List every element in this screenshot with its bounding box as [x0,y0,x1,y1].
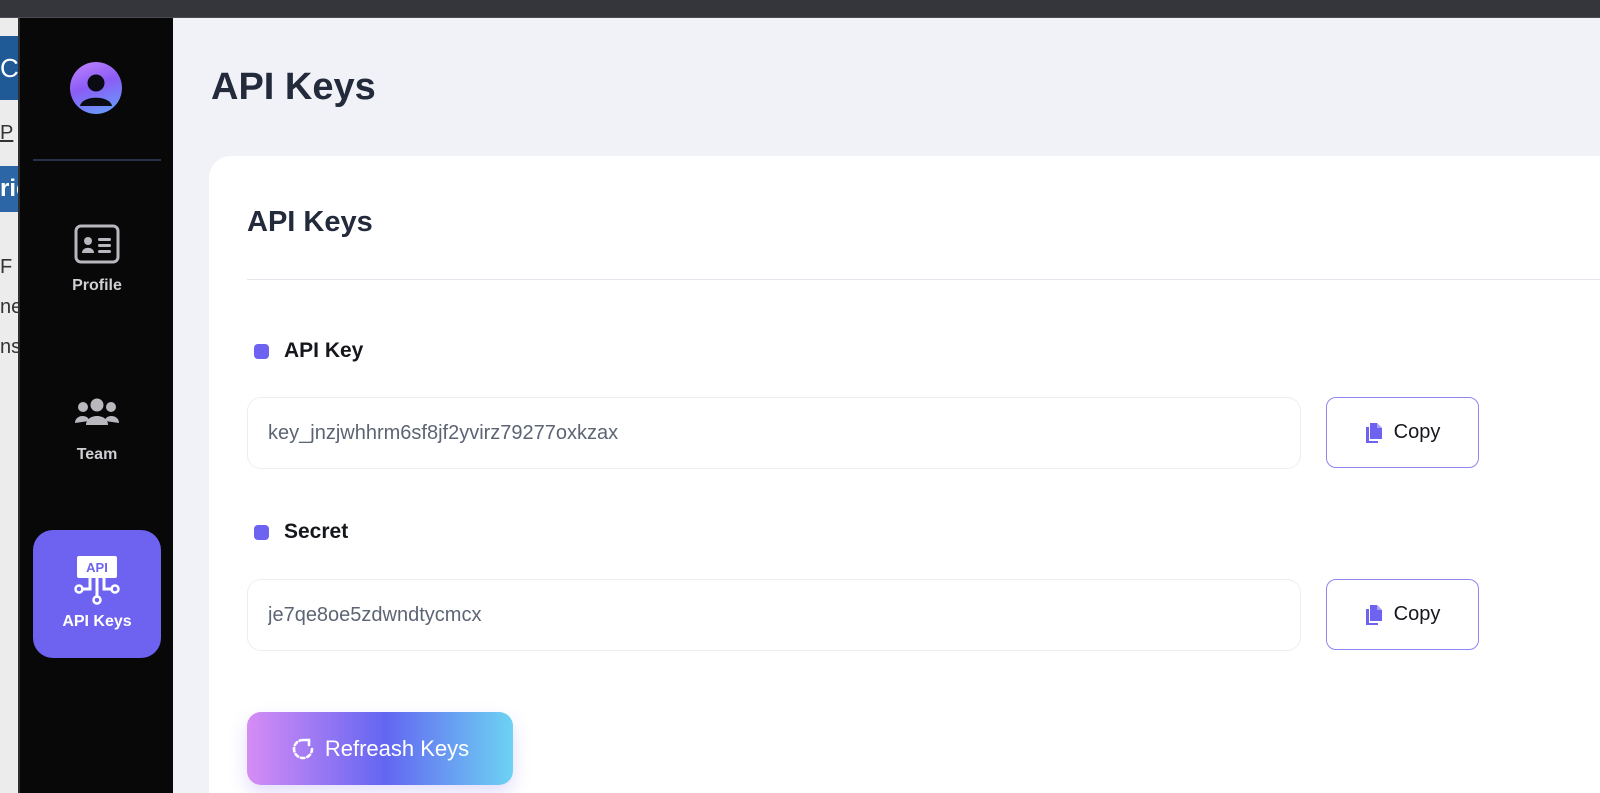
copy-icon [1365,422,1383,444]
page-title: API Keys [211,66,376,108]
copy-button-label: Copy [1393,603,1441,625]
user-silhouette-icon [80,74,112,106]
api-icon: API [74,556,120,605]
refresh-keys-button[interactable]: Refreash Keys [247,712,513,785]
api-key-label: API Key [247,339,363,363]
sidebar-item-team[interactable]: Team [33,363,161,491]
background-fragment: CO [0,36,20,100]
sidebar-item-label: API Keys [62,613,132,630]
sidebar-item-profile[interactable]: Profile [33,194,161,322]
id-card-icon [74,221,120,267]
background-window: CO P rie F ne ns [0,18,20,793]
api-icon-text: API [86,560,108,575]
card-divider [247,279,1600,280]
secret-field[interactable] [247,579,1301,651]
api-keys-card: API Keys API Key Copy Secret [209,156,1600,793]
sidebar: Profile Team API API Keys [18,18,173,793]
sidebar-item-label: Team [76,446,118,463]
background-fragment: rie [0,166,20,212]
copy-secret-button[interactable]: Copy [1326,579,1479,650]
refresh-button-label: Refreash Keys [324,735,470,761]
api-key-label-text: API Key [284,339,364,362]
refresh-icon [291,737,315,761]
background-fragment: F [0,256,13,278]
window-top-bar [0,0,1600,18]
bullet-icon [254,343,269,359]
secret-label-text: Secret [284,520,349,543]
bullet-icon [254,524,269,540]
sidebar-divider [33,159,161,161]
user-avatar-icon[interactable] [70,62,122,114]
copy-button-label: Copy [1393,421,1441,443]
card-title: API Keys [247,206,373,238]
background-fragment: P [0,122,14,144]
users-icon [74,390,120,436]
copy-api-key-button[interactable]: Copy [1326,397,1479,468]
sidebar-item-label: Profile [72,277,122,294]
background-fragment: ne [0,296,20,318]
main-content: API Keys API Keys API Key Copy Secret [173,18,1600,793]
secret-label: Secret [247,520,348,544]
sidebar-item-api-keys[interactable]: API API Keys [33,530,161,658]
background-fragment: ns [0,336,20,358]
copy-icon [1365,604,1383,626]
api-key-field[interactable] [247,397,1301,469]
